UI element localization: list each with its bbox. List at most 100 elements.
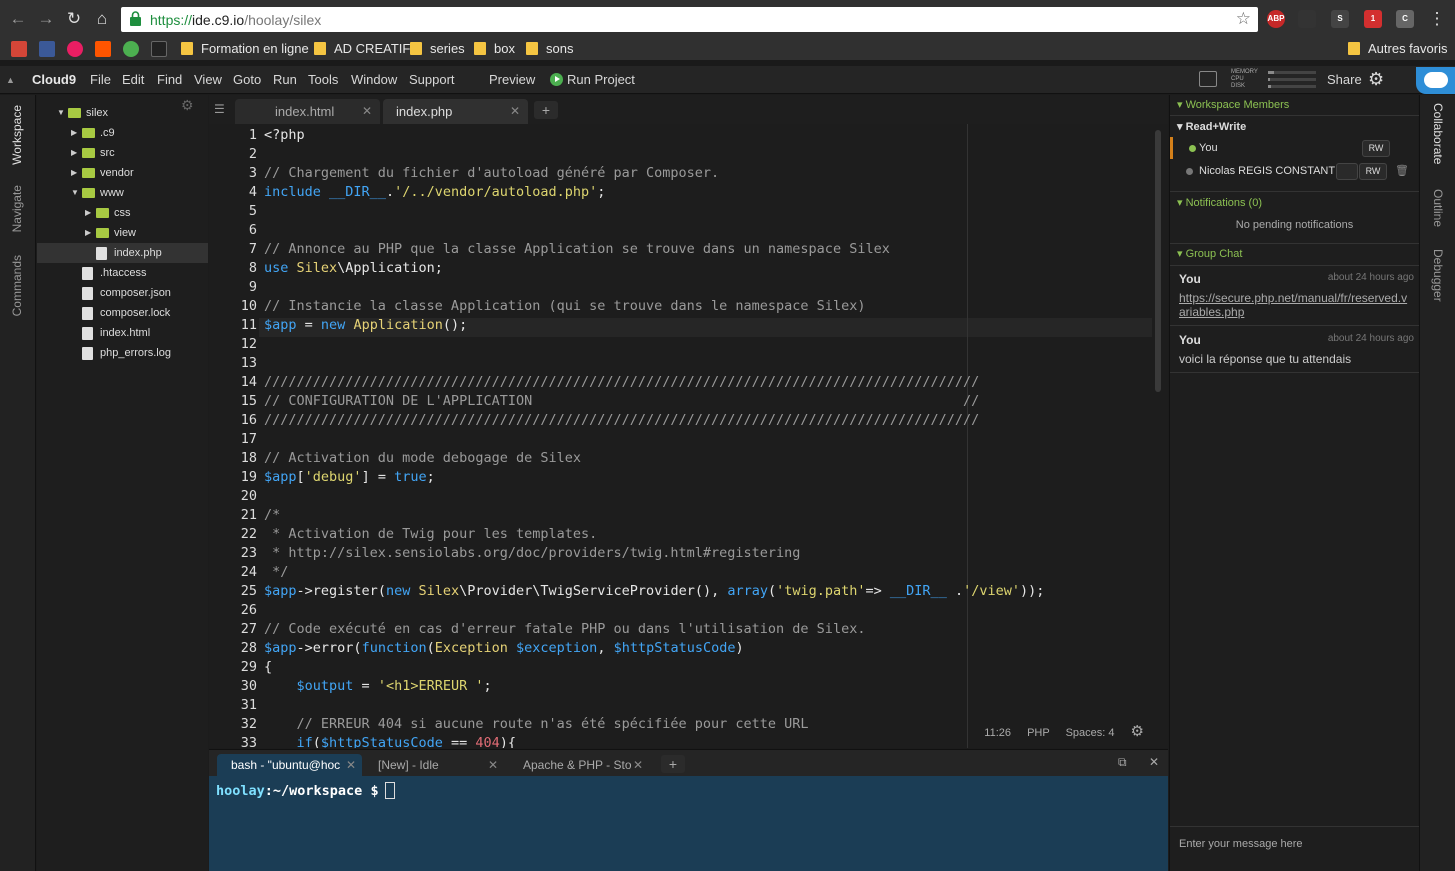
profile-icon[interactable]: C bbox=[1396, 10, 1414, 28]
extension-icon[interactable] bbox=[1298, 10, 1316, 28]
home-icon[interactable]: ⌂ bbox=[92, 9, 112, 29]
tree-file[interactable]: .htaccess bbox=[37, 263, 208, 283]
menu-goto[interactable]: Goto bbox=[233, 72, 261, 87]
close-icon[interactable]: ✕ bbox=[362, 99, 372, 124]
soundcloud-icon[interactable] bbox=[95, 41, 111, 57]
forward-icon[interactable]: → bbox=[36, 9, 56, 29]
chat-link[interactable]: https://secure.php.net/manual/fr/reserve… bbox=[1179, 291, 1407, 319]
tab-debugger[interactable]: Debugger bbox=[1431, 249, 1445, 302]
new-terminal-button[interactable]: + bbox=[661, 755, 685, 773]
facebook-icon[interactable] bbox=[39, 41, 55, 57]
tree-folder[interactable]: ▶ .c9 bbox=[37, 123, 208, 143]
preview-pane-icon[interactable] bbox=[1199, 71, 1217, 87]
tree-folder[interactable]: ▼ www bbox=[37, 183, 208, 203]
bookmark-series[interactable]: series bbox=[410, 41, 465, 57]
tree-file[interactable]: index.html bbox=[37, 323, 208, 343]
menu-window[interactable]: Window bbox=[351, 72, 397, 87]
adblock-icon[interactable]: ABP bbox=[1267, 10, 1285, 28]
language-mode[interactable]: PHP bbox=[1027, 727, 1049, 739]
bookmark-ad-creatif[interactable]: AD CREATIF bbox=[314, 41, 410, 57]
extension-s-icon[interactable]: S bbox=[1331, 10, 1349, 28]
bookmark-star-icon[interactable]: ☆ bbox=[1236, 9, 1251, 29]
tree-file[interactable]: composer.lock bbox=[37, 303, 208, 323]
bookmark-sons[interactable]: sons bbox=[526, 41, 573, 57]
url-bar[interactable]: https://ide.c9.io/hoolay/silex ☆ bbox=[121, 7, 1258, 32]
bookmark-formation[interactable]: Formation en ligne bbox=[181, 41, 309, 57]
close-panel-icon[interactable]: ✕ bbox=[1149, 755, 1159, 769]
tree-folder[interactable]: ▶ vendor bbox=[37, 163, 208, 183]
maximize-icon[interactable]: ⧉ bbox=[1118, 755, 1127, 770]
permission-button[interactable]: RW bbox=[1359, 163, 1387, 180]
chat-input[interactable]: Enter your message here bbox=[1170, 826, 1419, 871]
tab-workspace[interactable]: Workspace bbox=[10, 105, 24, 165]
brand-menu[interactable]: Cloud9 bbox=[32, 72, 76, 87]
tree-file[interactable]: php_errors.log bbox=[37, 343, 208, 363]
run-project-button[interactable]: Run Project bbox=[550, 72, 635, 87]
close-icon[interactable]: ✕ bbox=[510, 99, 520, 124]
tree-file[interactable]: composer.json bbox=[37, 283, 208, 303]
menu-support[interactable]: Support bbox=[409, 72, 455, 87]
menu-find[interactable]: Find bbox=[157, 72, 182, 87]
close-icon[interactable]: ✕ bbox=[633, 754, 643, 777]
menu-tools[interactable]: Tools bbox=[308, 72, 338, 87]
terminal-tab-apache[interactable]: Apache & PHP - Sto ✕ bbox=[509, 754, 649, 777]
new-tab-button[interactable]: + bbox=[534, 101, 558, 119]
cursor-position[interactable]: 11:26 bbox=[984, 727, 1011, 739]
tree-folder[interactable]: ▼ silex bbox=[37, 103, 208, 123]
preview-button[interactable]: Preview bbox=[489, 72, 535, 87]
close-icon[interactable]: ✕ bbox=[488, 754, 498, 777]
tab-menu-icon[interactable]: ☰ bbox=[214, 102, 225, 116]
editor-settings-icon[interactable]: ⚙ bbox=[1131, 723, 1144, 740]
back-icon[interactable]: ← bbox=[8, 9, 28, 29]
tree-folder[interactable]: ▶ src bbox=[37, 143, 208, 163]
read-write-header[interactable]: ▾ Read+Write bbox=[1170, 117, 1419, 137]
tab-commands[interactable]: Commands bbox=[10, 255, 24, 316]
editor-tab-index-html[interactable]: index.html ✕ bbox=[235, 99, 380, 124]
collapsed-icon[interactable]: ▶ bbox=[71, 123, 77, 143]
bookmark-box[interactable]: box bbox=[474, 41, 515, 57]
terminal[interactable]: hoolay:~/workspace $ bbox=[209, 776, 1168, 871]
extension-badge-icon[interactable]: 1 bbox=[1364, 10, 1382, 28]
menu-dots-icon[interactable]: ⋮ bbox=[1427, 9, 1447, 29]
tab-navigate[interactable]: Navigate bbox=[10, 185, 24, 232]
collapse-icon[interactable]: ▲ bbox=[6, 75, 15, 85]
code-editor[interactable]: 1 2 3 4 5 6 7 8 9 10 11 12 13 14 15 16 17 18 19 20 21 22 23 24 2… bbox=[209, 124, 1168, 748]
trash-icon[interactable]: 🗑 bbox=[1395, 160, 1409, 182]
terminal-icon[interactable] bbox=[151, 41, 167, 57]
collapsed-icon[interactable]: ▶ bbox=[71, 143, 77, 163]
tree-file[interactable]: index.php bbox=[37, 243, 208, 263]
menu-file[interactable]: File bbox=[90, 72, 111, 87]
reload-icon[interactable]: ↻ bbox=[64, 9, 84, 29]
tree-folder[interactable]: ▶ css bbox=[37, 203, 208, 223]
collapsed-icon[interactable]: ▶ bbox=[71, 163, 77, 183]
indent-setting[interactable]: Spaces: 4 bbox=[1066, 727, 1115, 739]
menu-run[interactable]: Run bbox=[273, 72, 297, 87]
expanded-icon[interactable]: ▼ bbox=[71, 183, 79, 203]
tree-folder[interactable]: ▶ view bbox=[37, 223, 208, 243]
group-chat-header[interactable]: ▾ Group Chat bbox=[1170, 244, 1419, 264]
collapsed-icon[interactable]: ▶ bbox=[85, 203, 91, 223]
collapsed-icon[interactable]: ▶ bbox=[85, 223, 91, 243]
menu-edit[interactable]: Edit bbox=[122, 72, 144, 87]
menu-view[interactable]: View bbox=[194, 72, 222, 87]
terminal-tab-bash[interactable]: bash - "ubuntu@hoc ✕ bbox=[217, 754, 362, 777]
editor-scrollbar[interactable] bbox=[1155, 130, 1161, 392]
permission-toggle[interactable] bbox=[1336, 163, 1358, 180]
permission-button[interactable]: RW bbox=[1362, 140, 1390, 157]
tab-outline[interactable]: Outline bbox=[1431, 189, 1445, 227]
terminal-tab-new[interactable]: [New] - Idle ✕ bbox=[364, 754, 504, 777]
bookmark-other[interactable]: Autres favoris bbox=[1348, 41, 1447, 57]
gear-icon[interactable]: ⚙ bbox=[1368, 69, 1384, 90]
share-button[interactable]: Share bbox=[1327, 72, 1362, 87]
workspace-members-header[interactable]: ▾ Workspace Members bbox=[1170, 95, 1419, 115]
instagram-icon[interactable] bbox=[67, 41, 83, 57]
expanded-icon[interactable]: ▼ bbox=[57, 103, 65, 123]
cloud9-logo-icon[interactable] bbox=[1416, 67, 1455, 94]
folder-icon bbox=[1348, 42, 1360, 55]
editor-tab-index-php[interactable]: index.php ✕ bbox=[383, 99, 528, 124]
plant-icon[interactable] bbox=[123, 41, 139, 57]
notifications-header[interactable]: ▾ Notifications (0) bbox=[1170, 193, 1419, 213]
tab-collaborate[interactable]: Collaborate bbox=[1431, 103, 1445, 164]
close-icon[interactable]: ✕ bbox=[346, 754, 356, 777]
gmail-icon[interactable] bbox=[11, 41, 27, 57]
